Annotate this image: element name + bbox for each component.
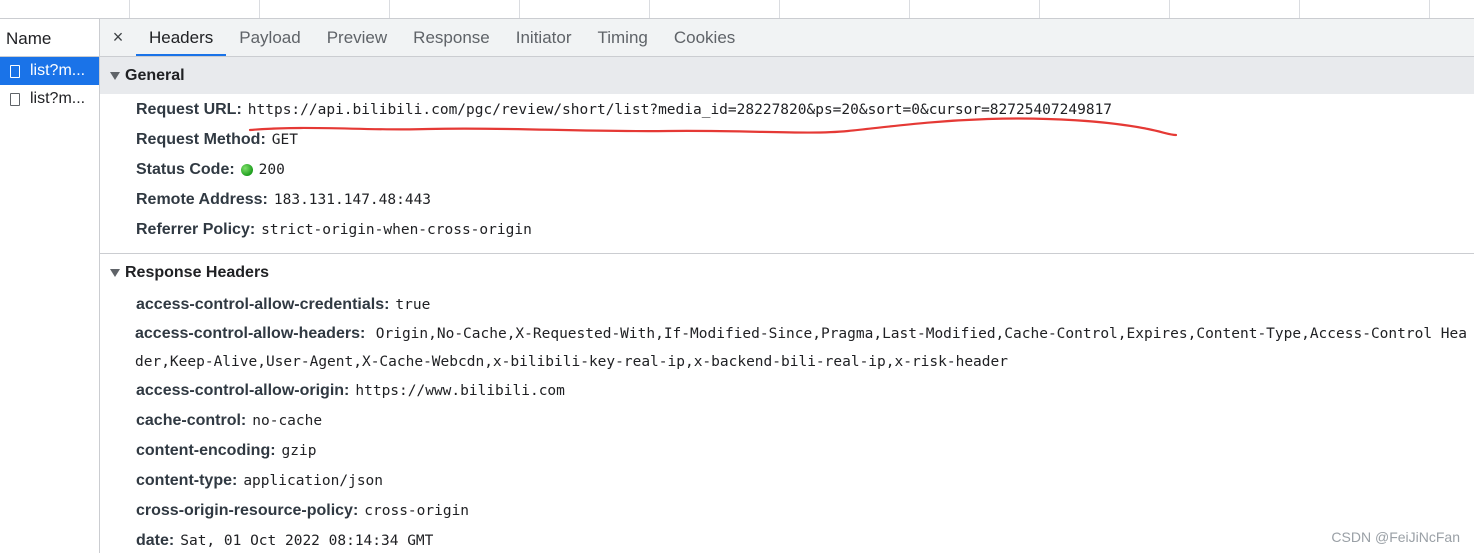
name-column-header[interactable]: Name [0, 19, 99, 57]
general-row-referrer-policy: Referrer Policy: strict-origin-when-cros… [100, 215, 1474, 245]
response-header-row: date: Sat, 01 Oct 2022 08:14:34 GMT [100, 526, 1474, 553]
header-key: content-type: [136, 472, 238, 489]
timeline-tick [649, 0, 650, 18]
header-key: date: [136, 532, 175, 549]
timeline-tick [909, 0, 910, 18]
timeline-tick [519, 0, 520, 18]
tab-initiator[interactable]: Initiator [503, 19, 585, 56]
response-header-row: content-encoding: gzip [100, 436, 1474, 466]
tab-cookies[interactable]: Cookies [661, 19, 748, 56]
tab-payload[interactable]: Payload [226, 19, 313, 56]
header-value: strict-origin-when-cross-origin [261, 222, 532, 238]
response-header-row: access-control-allow-credentials: true [100, 290, 1474, 320]
response-header-row: cache-control: no-cache [100, 406, 1474, 436]
close-icon[interactable]: × [100, 19, 136, 56]
response-header-row: access-control-allow-headers: Origin,No-… [100, 320, 1474, 376]
timeline-tick [779, 0, 780, 18]
section-title: General [125, 66, 185, 84]
timeline-tick [259, 0, 260, 18]
document-icon [10, 64, 20, 78]
header-key: cross-origin-resource-policy: [136, 502, 359, 519]
general-section-header[interactable]: General [100, 57, 1474, 94]
header-key: cache-control: [136, 412, 247, 429]
header-key: Request Method: [136, 131, 266, 148]
section-title: Response Headers [125, 264, 270, 281]
tab-response[interactable]: Response [400, 19, 503, 56]
header-key: access-control-allow-headers: [135, 325, 366, 342]
response-header-row: cross-origin-resource-policy: cross-orig… [100, 496, 1474, 526]
timeline-tick [129, 0, 130, 18]
watermark: CSDN @FeiJiNcFan [1331, 529, 1460, 545]
headers-panel: General Request URL: https://api.bilibil… [100, 57, 1474, 553]
header-key: access-control-allow-credentials: [136, 296, 390, 313]
header-key: content-encoding: [136, 442, 276, 459]
timeline-tick [1429, 0, 1430, 18]
section-divider [100, 253, 1474, 254]
header-key: Referrer Policy: [136, 221, 256, 238]
general-row-request-method: Request Method: GET [100, 125, 1474, 155]
header-key: access-control-allow-origin: [136, 382, 350, 399]
expand-triangle-icon [110, 269, 120, 277]
timeline-tick [1039, 0, 1040, 18]
timeline-tick [1299, 0, 1300, 18]
header-value: cross-origin [364, 503, 470, 519]
header-value: no-cache [252, 413, 323, 429]
header-value: GET [271, 132, 298, 148]
expand-triangle-icon [110, 71, 120, 80]
request-name: list?m... [30, 90, 86, 107]
header-value: application/json [243, 473, 384, 489]
header-value: 200 [258, 162, 285, 178]
header-value: gzip [281, 443, 317, 459]
request-row-selected[interactable]: list?m... [0, 57, 99, 85]
general-row-request-url: Request URL: https://api.bilibili.com/pg… [100, 95, 1474, 125]
header-value: Sat, 01 Oct 2022 08:14:34 GMT [180, 533, 434, 549]
status-ok-icon [240, 164, 253, 176]
tab-headers[interactable]: Headers [136, 19, 227, 56]
request-name-column: Name list?m... list?m... [0, 19, 100, 553]
timeline-tick [1169, 0, 1170, 18]
request-name: list?m... [30, 62, 86, 79]
header-value: https://api.bilibili.com/pgc/review/shor… [247, 102, 1113, 118]
response-headers-section-header[interactable]: Response Headers [100, 260, 1474, 286]
request-row[interactable]: list?m... [0, 85, 99, 113]
header-value: 183.131.147.48:443 [273, 192, 432, 208]
details-tab-bar: × Headers Payload Preview Response Initi… [100, 19, 1474, 57]
header-key: Status Code: [136, 161, 235, 178]
network-timeline-strip [0, 0, 1474, 19]
document-icon [10, 92, 20, 106]
general-row-status-code: Status Code: 200 [100, 155, 1474, 185]
response-header-row: access-control-allow-origin: https://www… [100, 376, 1474, 406]
header-key: Request URL: [136, 101, 242, 118]
tab-preview[interactable]: Preview [314, 19, 400, 56]
general-row-remote-address: Remote Address: 183.131.147.48:443 [100, 185, 1474, 215]
tab-timing[interactable]: Timing [584, 19, 660, 56]
response-header-row: content-type: application/json [100, 466, 1474, 496]
header-key: Remote Address: [136, 191, 268, 208]
header-value: true [395, 297, 431, 313]
timeline-tick [389, 0, 390, 18]
header-value: https://www.bilibili.com [355, 383, 565, 399]
